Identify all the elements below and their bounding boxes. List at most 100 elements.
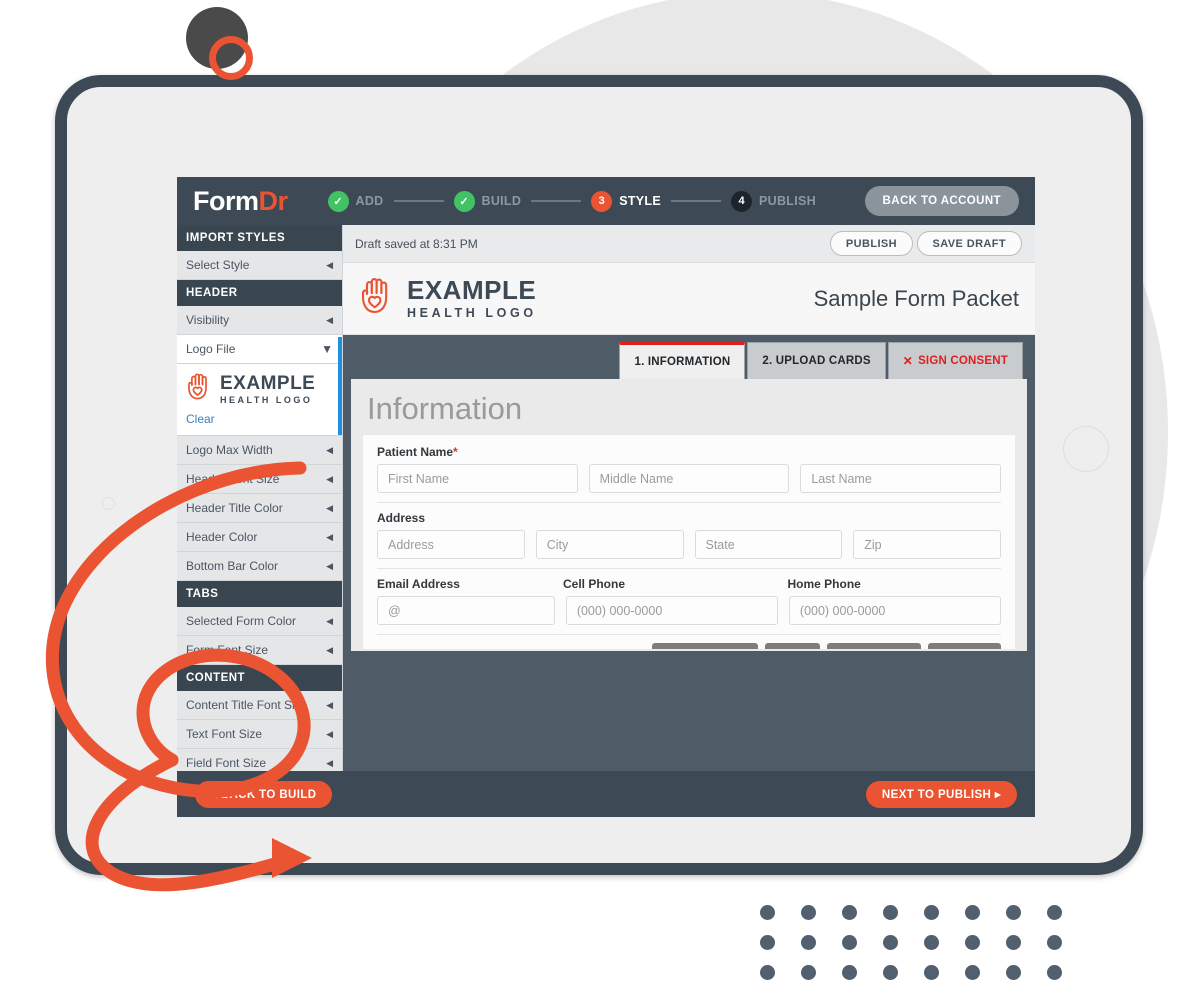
sidebar-item-header-title-color[interactable]: Header Title Color ◀ (177, 494, 342, 523)
form-tabs-row: 1. INFORMATION 2. UPLOAD CARDS ✕ SIGN CONSE… (343, 335, 1035, 379)
chevron-left-icon: ◀ (326, 502, 333, 513)
sidebar-item-bottom-bar-color[interactable]: Bottom Bar Color ◀ (177, 552, 342, 581)
chevron-left-icon: ◀ (326, 444, 333, 455)
sidebar-item-label: Header Color (186, 530, 258, 544)
sidebar-items-list: IMPORT STYLES Select Style ◀ HEADER Visibili… (177, 225, 342, 807)
decorative-dot (801, 965, 816, 980)
chevron-left-icon: ◀ (326, 699, 333, 710)
sidebar-item-label: Bottom Bar Color (186, 559, 279, 573)
sidebar-item-logo-max-width[interactable]: Logo Max Width ◀ (177, 436, 342, 465)
decorative-dot (924, 935, 939, 950)
progress-step-build[interactable]: ✓ BUILD (453, 190, 522, 212)
sidebar-item-label: Logo File (186, 342, 236, 356)
chevron-left-icon: ◀ (326, 560, 333, 571)
sidebar-item-content-title-font-size[interactable]: Content Title Font Size ◀ (177, 691, 342, 720)
option-facebook[interactable]: Facebook (928, 643, 1001, 649)
chevron-left-icon: ◀ (326, 531, 333, 542)
app-top-navigation: FormDr ✓ ADD ✓ BUILD 3 STYLE 4 PUBLISH BACK TO … (177, 177, 1035, 225)
sidebar-active-indicator (338, 337, 342, 435)
hand-heart-icon (359, 275, 397, 322)
sidebar-item-header-font-size[interactable]: Header Font Size ◀ (177, 465, 342, 494)
decorative-dot (842, 905, 857, 920)
formdr-app-window: FormDr ✓ ADD ✓ BUILD 3 STYLE 4 PUBLISH BACK TO … (177, 177, 1035, 817)
patient-name-inputs: First Name Middle Name Last Name (377, 464, 1002, 493)
progress-step-publish[interactable]: 4 PUBLISH (731, 190, 816, 212)
form-branding-header: EXAMPLE HEALTH LOGO Sample Form Packet (343, 263, 1035, 335)
sidebar-logo-image: EXAMPLE HEALTH LOGO (186, 371, 333, 407)
publish-button[interactable]: PUBLISH (829, 231, 913, 256)
input-000-000-0000[interactable]: (000) 000-0000 (565, 596, 778, 625)
tablet-device-frame: FormDr ✓ ADD ✓ BUILD 3 STYLE 4 PUBLISH BACK TO … (55, 75, 1143, 875)
patient-name-text: Patient Name (377, 445, 454, 459)
sidebar-item-text-font-size[interactable]: Text Font Size ◀ (177, 720, 342, 749)
clear-logo-link[interactable]: Clear (186, 412, 215, 426)
input-000-000-0000[interactable]: (000) 000-0000 (788, 596, 1001, 625)
save-draft-button[interactable]: SAVE DRAFT (916, 231, 1022, 256)
formdr-logo[interactable]: FormDr (193, 186, 288, 217)
sidebar-item-label: Form Font Size (186, 643, 269, 657)
sidebar-item-visibility[interactable]: Visibility ◀ (177, 306, 342, 335)
sidebar-item-form-font-size[interactable]: Form Font Size ◀ (177, 636, 342, 665)
input-city[interactable]: City (535, 530, 684, 559)
logo-line-2: HEALTH LOGO (407, 306, 537, 321)
sidebar-item-logo-file[interactable]: Logo File ▼ (177, 335, 342, 364)
packet-title: Sample Form Packet (813, 285, 1019, 311)
progress-step-style[interactable]: 3 STYLE (591, 190, 661, 212)
input-zip[interactable]: Zip (853, 530, 1001, 559)
progress-step-add[interactable]: ✓ ADD (327, 190, 384, 212)
home-button[interactable] (1063, 426, 1109, 472)
logo-text-form: Form (193, 185, 259, 216)
decorative-dot (965, 905, 980, 920)
sidebar-item-label: Header Title Color (186, 501, 283, 515)
sidebar-item-label: Field Font Size (186, 756, 267, 770)
input-[interactable]: @ (377, 596, 555, 625)
tab-sign-consent[interactable]: ✕ SIGN CONSENT (887, 342, 1023, 379)
step-badge-add: ✓ (327, 190, 349, 212)
option-online-search[interactable]: Online Search (826, 643, 922, 649)
input-first-name[interactable]: First Name (377, 464, 578, 493)
decorative-dot (1047, 965, 1062, 980)
step-connector (393, 200, 444, 202)
tab-label: SIGN CONSENT (918, 355, 1008, 367)
tab-upload-cards[interactable]: 2. UPLOAD CARDS (747, 342, 886, 379)
tab-label: 2. UPLOAD CARDS (762, 355, 871, 367)
sidebar-item-label: Selected Form Color (186, 614, 297, 628)
decorative-dot (1006, 935, 1021, 950)
patient-name-label: Patient Name* (377, 445, 1001, 459)
input-address[interactable]: Address (377, 530, 525, 559)
decorative-dot (924, 965, 939, 980)
tab-information[interactable]: 1. INFORMATION (619, 342, 746, 379)
back-to-account-button[interactable]: BACK TO ACCOUNT (864, 186, 1019, 216)
progress-steps: ✓ ADD ✓ BUILD 3 STYLE 4 PUBLISH (327, 190, 816, 212)
decorative-dot (842, 935, 857, 950)
sidebar-logo-preview: EXAMPLE HEALTH LOGO Clear (177, 364, 342, 436)
sidebar-item-selected-form-color[interactable]: Selected Form Color ◀ (177, 607, 342, 636)
input-last-name[interactable]: Last Name (800, 464, 1002, 493)
chevron-left-icon: ◀ (326, 644, 333, 655)
draft-status-bar: Draft saved at 8:31 PM PUBLISH SAVE DRAF… (343, 225, 1035, 263)
decorative-dot (965, 965, 980, 980)
step-label-add: ADD (355, 194, 384, 208)
step-badge-publish: 4 (731, 190, 752, 212)
sidebar-section-tabs: TABS (177, 581, 342, 607)
option-referring-doctor[interactable]: Referring Doctor (651, 643, 758, 649)
decorative-dot (924, 905, 939, 920)
hear-about-us-options: Referring Doctor Friend Online Search Faceb… (651, 643, 1001, 649)
input-middle-name[interactable]: Middle Name (588, 464, 790, 493)
step-label-publish: PUBLISH (759, 194, 816, 208)
step-badge-style: 3 (591, 190, 613, 212)
sidebar-item-label: Text Font Size (186, 727, 263, 741)
decorative-dot (1047, 935, 1062, 950)
next-to-publish-button[interactable]: NEXT TO PUBLISH ▸ (865, 780, 1017, 808)
style-settings-sidebar[interactable]: IMPORT STYLES Select Style ◀ HEADER Visibili… (177, 225, 343, 817)
option-friend[interactable]: Friend (765, 643, 820, 649)
logo-text-dr: Dr (258, 185, 289, 216)
decorative-dot (760, 935, 775, 950)
decorative-dot (1006, 965, 1021, 980)
input-state[interactable]: State (694, 530, 843, 559)
sidebar-item-select-style[interactable]: Select Style ◀ (177, 251, 342, 280)
back-to-build-button[interactable]: ◂ BACK TO BUILD (195, 780, 333, 808)
decorative-dot (1047, 905, 1062, 920)
sidebar-item-header-color[interactable]: Header Color ◀ (177, 523, 342, 552)
chevron-left-icon: ◀ (326, 259, 333, 270)
